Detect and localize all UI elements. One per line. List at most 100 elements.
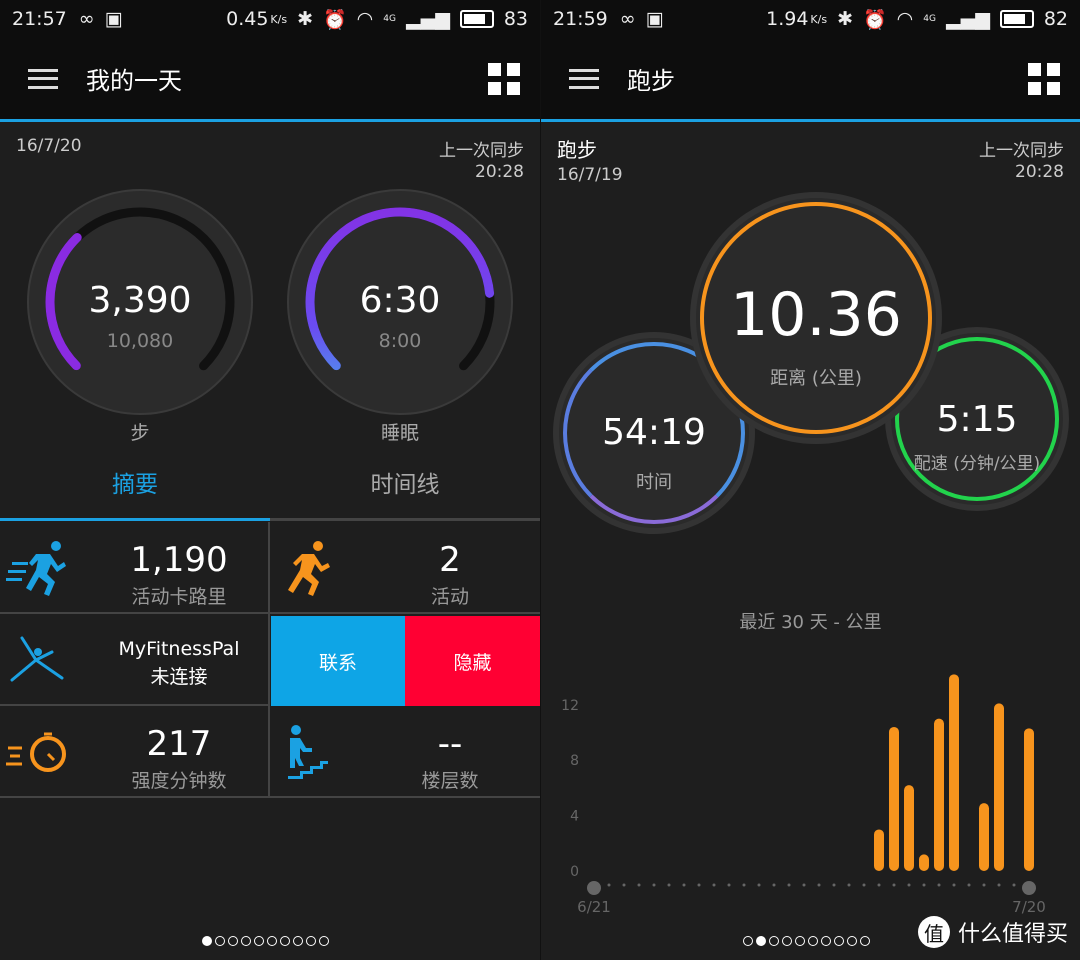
day-dot [622,883,626,887]
intensity-value: 217 [146,724,212,764]
image-icon: ▣ [104,8,123,30]
day-dot [862,883,866,887]
steps-ring[interactable]: 3,390 10,080 [26,188,254,416]
sleep-value: 6:30 [359,280,441,321]
page-dot[interactable] [808,936,818,946]
intensity-label: 强度分钟数 [131,770,227,792]
bar [919,854,929,871]
page-title: 我的一天 [86,67,182,95]
day-dot [907,883,911,887]
page-dot[interactable] [782,936,792,946]
page-title: 跑步 [627,67,675,95]
page-dot[interactable] [293,936,303,946]
widgets-icon[interactable] [488,62,520,95]
running-icon [288,541,330,596]
activities-tile[interactable]: 2 活动 [270,522,540,614]
time-value: 54:19 [602,412,706,453]
tab-summary[interactable]: 摘要 [0,465,270,499]
page-dot[interactable] [821,936,831,946]
sleep-label: 睡眠 [380,422,419,444]
sleep-goal: 8:00 [378,330,422,352]
sleep-ring[interactable]: 6:30 8:00 [286,188,514,416]
calories-label: 活动卡路里 [131,586,227,608]
axis-end-marker [587,881,601,895]
connect-button[interactable]: 联系 [271,616,405,706]
day-dot [787,883,791,887]
net-speed: 1.94 [766,8,809,30]
page-dot[interactable] [860,936,870,946]
bluetooth-icon: ✱ [297,8,313,30]
hide-button[interactable]: 隐藏 [405,616,540,706]
page-dot[interactable] [215,936,225,946]
page-dot[interactable] [743,936,753,946]
day-dot [922,883,926,887]
day-dot [757,883,761,887]
battery-icon [459,10,494,28]
day-dot [892,883,896,887]
day-dot [802,883,806,887]
my-day-screen: 21:57 ∞ ▣ 0.45 K/s ✱ ⏰ ◠ 4G ▂▄▆ 83 我的一天 … [0,0,540,960]
page-dot[interactable] [834,936,844,946]
activities-value: 2 [439,540,461,580]
tab-divider [270,518,540,521]
page-dot[interactable] [241,936,251,946]
day-dot [637,883,641,887]
day-dot [832,883,836,887]
page-indicator[interactable] [202,936,329,946]
widgets-icon[interactable] [1028,62,1060,95]
menu-icon[interactable] [28,68,58,89]
myfitnesspal-tile[interactable]: MyFitnessPal 未连接 [0,614,270,706]
distance-label: 距离 (公里) [770,368,862,389]
calories-tile[interactable]: 1,190 活动卡路里 [0,522,270,614]
page-dot[interactable] [306,936,316,946]
bar [979,803,989,871]
day-dot [967,883,971,887]
menu-icon[interactable] [569,68,599,89]
running-screen: 21:59 ∞ ▣ 1.94 K/s ✱ ⏰ ◠ 4G ▂▄▆ 82 跑步 跑步… [540,0,1080,960]
day-dot [607,883,611,887]
day-dot [877,883,881,887]
page-dot[interactable] [847,936,857,946]
bar [949,674,959,871]
infinity-icon: ∞ [78,8,95,30]
bluetooth-icon: ✱ [837,8,853,30]
day-dot [712,883,716,887]
wifi-icon: ◠ [356,8,374,30]
bar [1024,728,1034,871]
clock: 21:59 [553,8,608,30]
page-dot[interactable] [319,936,329,946]
page-indicator[interactable] [743,936,870,946]
page-dot[interactable] [756,936,766,946]
distance-bar-chart[interactable]: 0 4 8 12 6/21 7/20 [541,660,1080,940]
network-type: 4G [383,14,396,24]
page-dot[interactable] [769,936,779,946]
day-dot [817,883,821,887]
intensity-minutes-tile[interactable]: 217 强度分钟数 [0,706,270,798]
wifi-icon: ◠ [896,8,914,30]
watermark-text: 什么值得买 [957,922,1068,947]
sync-time: 20:28 [1015,162,1064,182]
page-dot[interactable] [202,936,212,946]
page-dot[interactable] [228,936,238,946]
y-tick-label: 12 [561,698,579,714]
alarm-icon: ⏰ [323,8,347,31]
sync-label: 上一次同步 [439,141,524,161]
bar [934,718,944,871]
day-dot [952,883,956,887]
floors-label: 楼层数 [421,770,479,792]
tab-indicator [0,518,270,521]
floors-value: -- [437,724,463,764]
page-dot[interactable] [795,936,805,946]
floors-tile[interactable]: -- 楼层数 [270,706,540,798]
net-speed: 0.45 [226,8,269,30]
axis-end-marker [1022,881,1036,895]
status-bar: 21:57 ∞ ▣ 0.45 K/s ✱ ⏰ ◠ 4G ▂▄▆ 83 [0,0,540,38]
app-bar: 我的一天 [0,38,540,122]
page-dot[interactable] [280,936,290,946]
distance-circle[interactable]: 10.36 距离 (公里) [696,198,936,438]
tab-timeline[interactable]: 时间线 [270,465,540,499]
page-dot[interactable] [254,936,264,946]
sync-label: 上一次同步 [979,141,1064,161]
page-dot[interactable] [267,936,277,946]
day-dot [1012,883,1016,887]
